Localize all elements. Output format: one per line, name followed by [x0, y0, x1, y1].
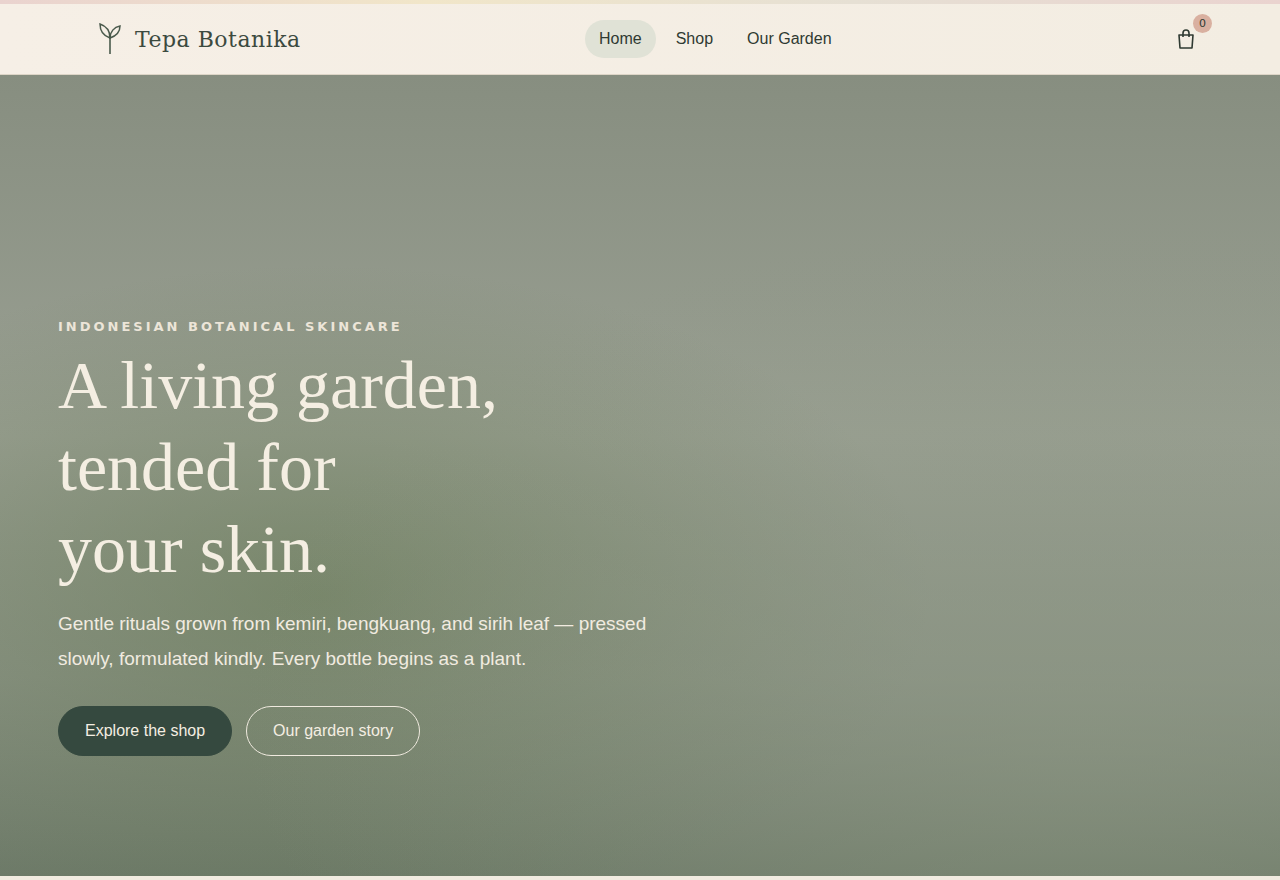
- hero-title-line: your skin.: [58, 508, 658, 590]
- shopping-bag-icon: [1176, 28, 1196, 50]
- nav-item[interactable]: Home: [585, 20, 656, 58]
- explore-shop-button[interactable]: Explore the shop: [58, 706, 232, 756]
- brand-name: Tepa Botanika: [135, 27, 301, 52]
- hero: INDONESIAN BOTANICAL SKINCARE A living ga…: [0, 75, 1280, 876]
- hero-content: INDONESIAN BOTANICAL SKINCARE A living ga…: [58, 319, 658, 756]
- main-nav: HomeShopOur Garden: [585, 20, 1174, 58]
- site-header: Tepa BotanikaHomeShopOur Garden0: [0, 4, 1280, 75]
- nav-item[interactable]: Our Garden: [733, 20, 845, 58]
- hero-eyebrow: INDONESIAN BOTANICAL SKINCARE: [58, 319, 658, 334]
- hero-title: A living garden,tended foryour skin.: [58, 344, 658, 590]
- garden-story-button[interactable]: Our garden story: [246, 706, 420, 756]
- sprout-logo-icon: [97, 23, 123, 55]
- hero-body: Gentle rituals grown from kemiri, bengku…: [58, 606, 648, 676]
- bottom-stripe: [0, 876, 1280, 880]
- cart-button[interactable]: 0: [1174, 27, 1198, 51]
- page: Tepa BotanikaHomeShopOur Garden0INDONESI…: [0, 0, 1280, 880]
- nav-item[interactable]: Shop: [662, 20, 727, 58]
- brand-link[interactable]: Tepa Botanika: [97, 23, 577, 55]
- hero-title-line: tended for: [58, 426, 658, 508]
- hero-buttons: Explore the shop Our garden story: [58, 706, 658, 756]
- hero-title-line: A living garden,: [58, 344, 658, 426]
- cart-count-badge: 0: [1193, 14, 1212, 33]
